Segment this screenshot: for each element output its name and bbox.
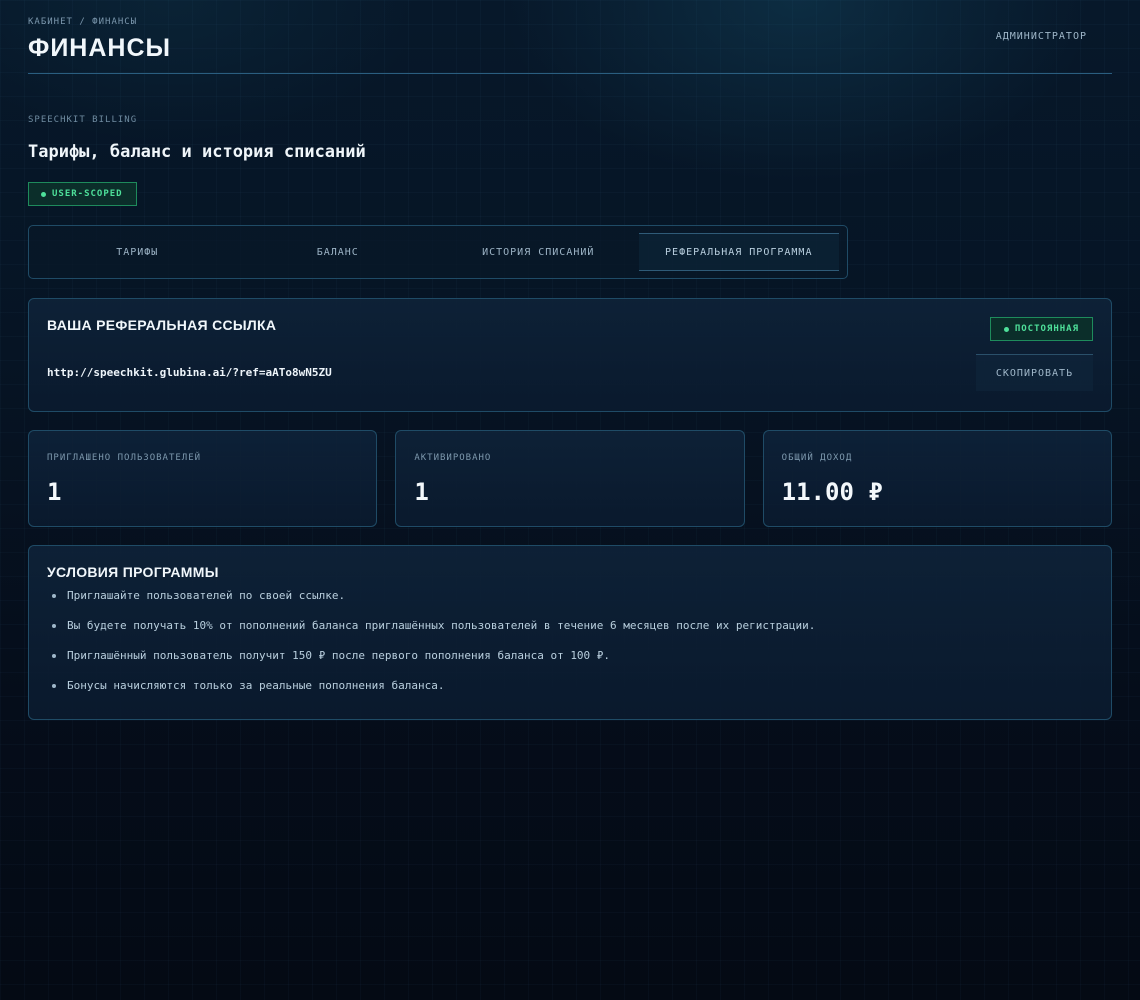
referral-link-card: ВАША РЕФЕРАЛЬНАЯ ССЫЛКА ПОСТОЯННАЯ http:…: [28, 298, 1112, 412]
stat-value: 1: [47, 478, 62, 506]
list-item: Приглашайте пользователей по своей ссылк…: [47, 589, 1093, 619]
stat-label: ОБЩИЙ ДОХОД: [781, 453, 853, 463]
scope-badge: USER-SCOPED: [28, 182, 137, 206]
referral-card-title: ВАША РЕФЕРАЛЬНАЯ ССЫЛКА: [47, 317, 277, 333]
referral-link[interactable]: http://speechkit.glubina.ai/?ref=aATo8wN…: [47, 366, 332, 379]
tab-balance[interactable]: БАЛАНС: [238, 233, 439, 271]
list-item: Приглашённый пользователь получит 150 ₽ …: [47, 649, 1093, 679]
tab-referral-program[interactable]: РЕФЕРАЛЬНАЯ ПРОГРАММА: [638, 233, 839, 271]
stat-value: 11.00 ₽: [781, 478, 883, 506]
stat-label: ПРИГЛАШЕНО ПОЛЬЗОВАТЕЛЕЙ: [47, 453, 202, 463]
stat-total-income: ОБЩИЙ ДОХОД 11.00 ₽: [762, 430, 1112, 527]
section-title: Тарифы, баланс и история списаний: [28, 142, 366, 162]
permanent-badge: ПОСТОЯННАЯ: [989, 317, 1093, 341]
section-eyebrow: SPEECHKIT BILLING: [28, 115, 138, 125]
breadcrumb: КАБИНЕТ / ФИНАНСЫ: [28, 17, 138, 27]
terms-list: Приглашайте пользователей по своей ссылк…: [47, 589, 1093, 709]
user-role-menu[interactable]: АДМИНИСТРАТОР: [996, 31, 1087, 42]
permanent-badge-label: ПОСТОЯННАЯ: [1014, 324, 1079, 334]
stat-value: 1: [414, 478, 429, 506]
tab-charge-history[interactable]: ИСТОРИЯ СПИСАНИЙ: [438, 233, 639, 271]
stat-label: АКТИВИРОВАНО: [414, 453, 492, 463]
finance-tabs: ТАРИФЫ БАЛАНС ИСТОРИЯ СПИСАНИЙ РЕФЕРАЛЬН…: [28, 225, 848, 279]
page-header: КАБИНЕТ / ФИНАНСЫ ФИНАНСЫ АДМИНИСТРАТОР: [28, 0, 1112, 74]
copy-button[interactable]: СКОПИРОВАТЬ: [976, 354, 1093, 391]
program-terms-card: УСЛОВИЯ ПРОГРАММЫ Приглашайте пользовате…: [28, 545, 1112, 720]
status-dot-icon: [1003, 326, 1009, 332]
stat-activated: АКТИВИРОВАНО 1: [395, 430, 745, 527]
list-item: Бонусы начисляются только за реальные по…: [47, 679, 1093, 709]
terms-title: УСЛОВИЯ ПРОГРАММЫ: [47, 564, 219, 580]
page-title: ФИНАНСЫ: [28, 34, 171, 62]
status-dot-icon: [41, 191, 46, 197]
referral-stats: ПРИГЛАШЕНО ПОЛЬЗОВАТЕЛЕЙ 1 АКТИВИРОВАНО …: [28, 430, 1112, 527]
stat-invited: ПРИГЛАШЕНО ПОЛЬЗОВАТЕЛЕЙ 1: [28, 430, 378, 527]
scope-badge-label: USER-SCOPED: [52, 189, 123, 199]
list-item: Вы будете получать 10% от пополнений бал…: [47, 619, 1093, 649]
tab-tariffs[interactable]: ТАРИФЫ: [37, 233, 238, 271]
